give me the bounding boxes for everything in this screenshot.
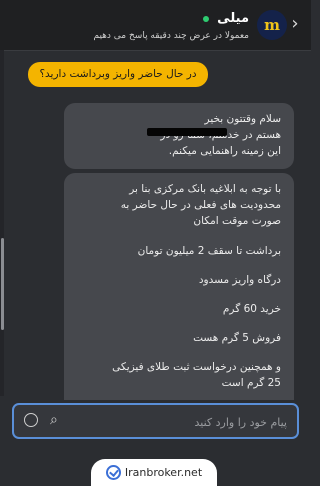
paperclip-icon[interactable]: ⌕ — [50, 411, 66, 429]
smiley-icon[interactable] — [24, 413, 38, 427]
agent-name: میلی — [217, 11, 249, 26]
online-status-dot — [203, 16, 209, 22]
message-line: برداشت تا سقف 2 میلیون تومان — [137, 245, 281, 257]
bot-message: سلام وقتتون بخیر هستم در خدمتم، شما رو د… — [64, 103, 294, 169]
message-composer: ⌕ — [12, 403, 299, 439]
message-line: فروش 5 گرم هست — [193, 332, 281, 344]
message-line: خرید 60 گرم — [222, 303, 281, 315]
message-list[interactable]: در حال حاضر واریز وبرداشت دارید؟ سلام وق… — [0, 50, 311, 402]
bot-message: با توجه به ابلاغیه بانک مرکزی بنا بر محد… — [64, 173, 294, 402]
scrollbar-track[interactable] — [0, 50, 4, 396]
brand-badge[interactable]: Iranbroker.net — [91, 459, 217, 486]
chevron-right-icon[interactable]: › — [287, 14, 303, 34]
scrollbar-thumb[interactable] — [1, 238, 4, 330]
message-line: این زمینه راهنمایی میکنم. — [168, 145, 281, 157]
avatar: m — [257, 10, 287, 40]
message-line: و همچنین درخواست ثبت طلای فیزیکی — [112, 361, 281, 373]
redacted-name — [147, 128, 227, 136]
message-line: صورت موقت امکان — [193, 215, 281, 227]
message-line: با توجه به ابلاغیه بانک مرکزی بنا بر — [129, 183, 281, 195]
message-line: درگاه واریز مسدود — [198, 274, 281, 286]
avatar-letter: m — [264, 16, 280, 34]
message-line: محدودیت های فعلی در حال حاضر به — [120, 199, 281, 211]
message-line: سلام وقتتون بخیر — [204, 113, 281, 125]
message-input[interactable] — [107, 413, 287, 431]
message-line: 25 گرم است — [221, 377, 281, 389]
chat-header: › m میلی معمولا در عرض چند دقیقه پاسخ می… — [0, 0, 311, 51]
check-circle-icon — [105, 465, 121, 480]
user-message: در حال حاضر واریز وبرداشت دارید؟ — [28, 62, 208, 87]
brand-text: Iranbroker.net — [124, 466, 203, 479]
response-time-status: معمولا در عرض چند دقیقه پاسخ می دهیم — [93, 31, 249, 41]
